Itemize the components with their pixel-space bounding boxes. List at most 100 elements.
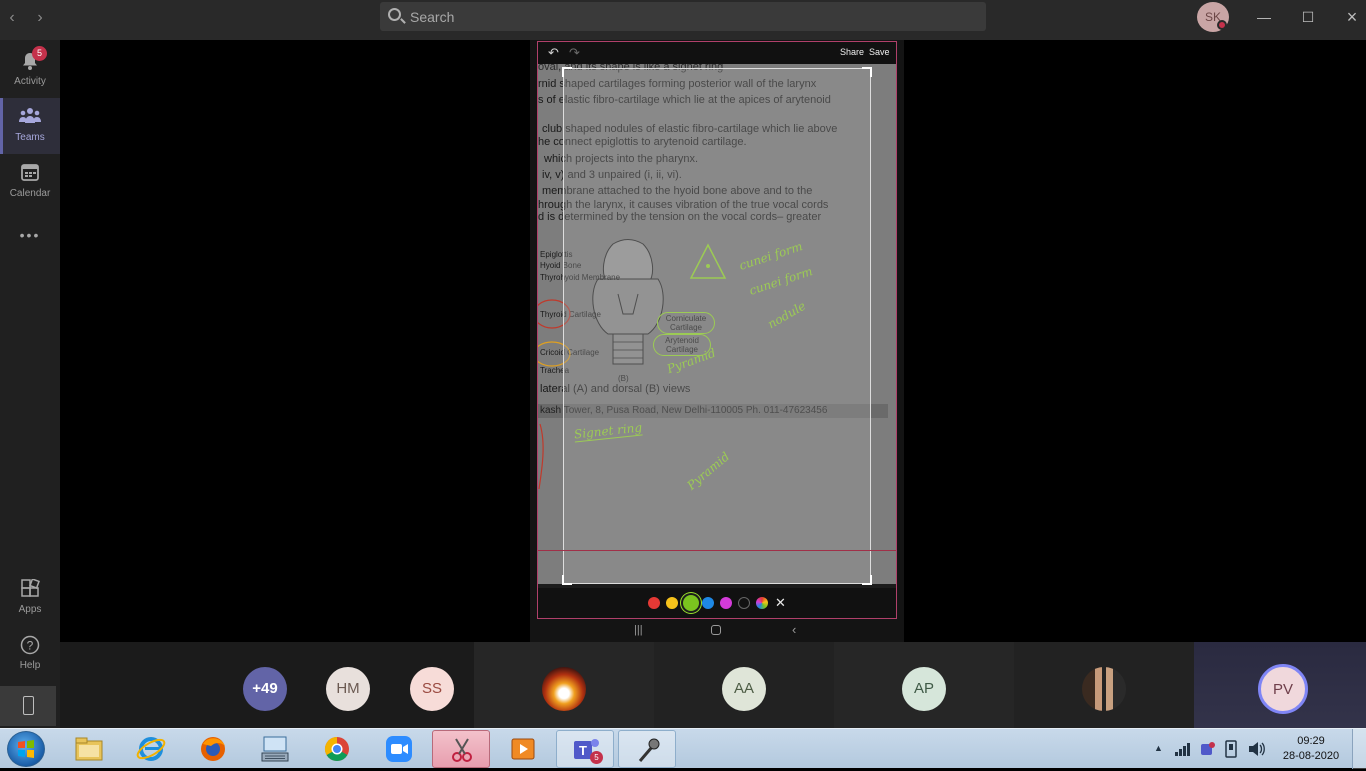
- clock-time: 09:29: [1297, 735, 1325, 747]
- volume-icon[interactable]: [1248, 741, 1266, 757]
- teams-badge: 5: [590, 751, 603, 764]
- teams-taskbar-button[interactable]: T 5: [556, 730, 614, 768]
- participant-photo: [542, 667, 586, 711]
- rail-label-activity: Activity: [14, 76, 46, 87]
- title-bar: ‹ › Search SK — ☐ ×: [0, 0, 1366, 40]
- rail-label-apps: Apps: [18, 604, 42, 615]
- participant-avatar[interactable]: SS: [410, 667, 454, 711]
- editor-toolbar: ↶ ↷ Share Save: [538, 42, 896, 64]
- search-placeholder: Search: [410, 9, 455, 25]
- keyboard-icon: [261, 736, 289, 762]
- overflow-participants-button[interactable]: +49: [243, 667, 287, 711]
- rail-item-activity[interactable]: 5 Activity: [0, 42, 60, 98]
- phone-icon: [22, 696, 34, 715]
- rail-label-help: Help: [19, 660, 41, 671]
- home-icon[interactable]: [711, 625, 721, 635]
- color-swatch-yellow[interactable]: [666, 597, 678, 609]
- firefox-icon: [201, 737, 225, 761]
- color-picker-icon[interactable]: [756, 597, 768, 609]
- search-icon: [388, 8, 401, 21]
- color-swatch-magenta[interactable]: [720, 597, 732, 609]
- participant-group-tile: +49 HM SS: [60, 642, 474, 728]
- back-icon[interactable]: ‹: [792, 622, 796, 637]
- snipping-tool-button[interactable]: [432, 730, 490, 768]
- undo-icon[interactable]: ↶: [548, 45, 559, 61]
- participant-avatar[interactable]: HM: [326, 667, 370, 711]
- color-swatch-black[interactable]: [738, 597, 750, 609]
- forward-arrow-icon[interactable]: ›: [30, 8, 50, 28]
- chrome-button[interactable]: [308, 730, 366, 768]
- activity-badge: 5: [32, 46, 47, 61]
- rail-item-apps[interactable]: Apps: [0, 570, 60, 626]
- internet-explorer-icon: [136, 737, 166, 761]
- calendar-icon: [19, 163, 41, 185]
- firefox-button[interactable]: [184, 730, 242, 768]
- participant-avatar: AA: [722, 667, 766, 711]
- back-arrow-icon[interactable]: ‹: [2, 8, 22, 28]
- file-explorer-button[interactable]: [60, 730, 118, 768]
- save-button[interactable]: Save: [869, 47, 890, 57]
- windows-taskbar: T 5 ▲ 09:29 28-08-2020: [0, 728, 1366, 769]
- color-swatch-red[interactable]: [648, 597, 660, 609]
- recents-icon[interactable]: |||: [634, 624, 643, 636]
- participant-avatar: PV: [1258, 664, 1308, 714]
- rail-item-help[interactable]: ? Help: [0, 626, 60, 682]
- close-palette-icon[interactable]: ✕: [775, 595, 786, 611]
- show-hidden-icons[interactable]: ▲: [1154, 743, 1163, 753]
- mobile-device-button[interactable]: [0, 686, 56, 726]
- folder-icon: [75, 737, 103, 761]
- pen-color-palette: ✕: [538, 588, 896, 618]
- keyboard-app-button[interactable]: [246, 730, 304, 768]
- rail-item-more[interactable]: •••: [0, 210, 60, 266]
- participant-tile[interactable]: [1014, 642, 1194, 728]
- media-player-button[interactable]: [494, 730, 552, 768]
- participant-strip: +49 HM SS AA AP PV: [60, 642, 1366, 728]
- crop-handle[interactable]: [862, 575, 872, 585]
- help-icon: ?: [19, 635, 41, 657]
- minimize-button[interactable]: —: [1250, 6, 1278, 28]
- crop-frame[interactable]: [562, 67, 872, 585]
- status-busy-indicator: [1217, 20, 1227, 30]
- clock-date: 28-08-2020: [1282, 750, 1340, 762]
- close-button[interactable]: ×: [1338, 6, 1366, 28]
- crop-handle[interactable]: [562, 575, 572, 585]
- divider: [538, 550, 896, 551]
- zoom-button[interactable]: [370, 730, 428, 768]
- teams-icon: [19, 107, 41, 129]
- app-bar: 5 Activity Teams Calendar ••• Apps ? Hel…: [0, 40, 60, 728]
- participant-tile-speaking[interactable]: PV: [1194, 642, 1366, 728]
- share-button[interactable]: Share: [840, 47, 864, 57]
- rail-label-calendar: Calendar: [9, 188, 51, 199]
- microphone-icon: [638, 738, 660, 762]
- redo-icon[interactable]: ↷: [569, 45, 580, 61]
- windows-logo-icon: [18, 740, 34, 758]
- search-input[interactable]: Search: [380, 2, 986, 31]
- maximize-button[interactable]: ☐: [1294, 6, 1322, 28]
- participant-avatar: AP: [902, 667, 946, 711]
- svg-text:T: T: [579, 743, 587, 758]
- show-desktop-button[interactable]: [1352, 729, 1366, 769]
- start-button[interactable]: [7, 731, 45, 767]
- svg-text:?: ?: [27, 639, 34, 653]
- zoom-icon: [386, 736, 412, 762]
- rail-item-calendar[interactable]: Calendar: [0, 154, 60, 210]
- apps-icon: [19, 578, 41, 601]
- snipping-tool-icon: [452, 738, 472, 762]
- crop-handle[interactable]: [862, 67, 872, 77]
- color-swatch-blue[interactable]: [702, 597, 714, 609]
- participant-tile[interactable]: AA: [654, 642, 834, 728]
- rail-item-teams[interactable]: Teams: [0, 98, 60, 154]
- crop-handle[interactable]: [562, 67, 572, 77]
- rail-label-teams: Teams: [15, 132, 45, 143]
- device-tray-icon[interactable]: [1223, 740, 1239, 758]
- participant-tile[interactable]: [474, 642, 654, 728]
- color-swatch-green[interactable]: [683, 595, 699, 611]
- system-clock[interactable]: 09:29 28-08-2020: [1280, 734, 1342, 764]
- more-icon: •••: [19, 227, 41, 243]
- participant-photo: [1082, 667, 1126, 711]
- network-signal-icon[interactable]: [1175, 742, 1191, 756]
- participant-tile[interactable]: AP: [834, 642, 1014, 728]
- teams-tray-icon[interactable]: [1200, 741, 1216, 757]
- microphone-app-button[interactable]: [618, 730, 676, 768]
- internet-explorer-button[interactable]: [122, 730, 180, 768]
